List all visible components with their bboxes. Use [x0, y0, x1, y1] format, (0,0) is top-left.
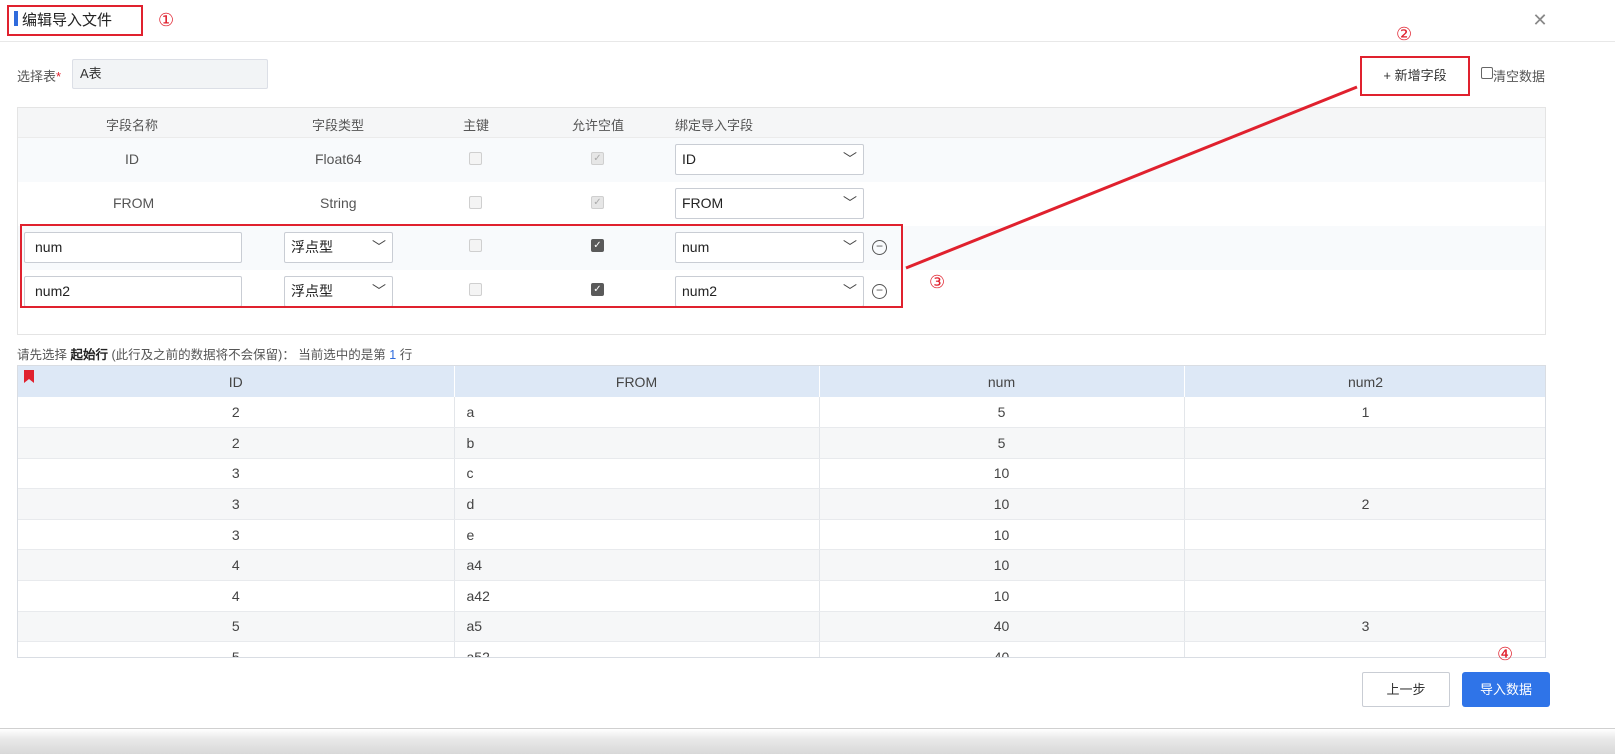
field-name: ID [125, 151, 139, 167]
preview-cell: b [454, 427, 820, 459]
preview-column-header: num [819, 366, 1185, 397]
field-name: FROM [113, 195, 155, 211]
close-icon[interactable]: ✕ [1530, 10, 1550, 30]
field-config-header [18, 108, 1545, 138]
preview-cell [1184, 427, 1545, 459]
preview-cell: 10 [819, 549, 1185, 582]
preview-cell: 5 [819, 397, 1185, 429]
primary-key-checkbox [469, 196, 482, 209]
preview-row[interactable]: 5 a52 40 [18, 641, 1545, 657]
preview-row[interactable]: 3 d 10 2 [18, 488, 1545, 520]
clear-data-checkbox[interactable] [1481, 67, 1493, 79]
selected-row-number: 1 [389, 348, 397, 362]
preview-cell: d [454, 488, 820, 520]
preview-column-header: ID [18, 366, 455, 397]
header-bind-field: 绑定导入字段 [675, 118, 754, 133]
preview-cell [1184, 580, 1545, 612]
add-field-button[interactable]: + 新增字段 [1368, 62, 1462, 90]
preview-cell [1184, 641, 1545, 657]
annotation-4: ④ [1497, 644, 1514, 664]
window-bottom-edge [0, 728, 1615, 754]
preview-row[interactable]: 3 e 10 [18, 519, 1545, 551]
import-data-button[interactable]: 导入数据 [1462, 672, 1550, 707]
preview-cell: 2 [18, 397, 455, 429]
preview-cell [1184, 519, 1545, 551]
preview-row[interactable]: 2a51 [18, 397, 1545, 429]
dialog-title-bar [0, 0, 1615, 42]
field-type: String [320, 195, 357, 211]
preview-cell: 5 [819, 427, 1185, 459]
preview-cell: 40 [819, 641, 1185, 657]
preview-cell: 10 [819, 488, 1185, 520]
preview-cell: 1 [1184, 397, 1545, 429]
required-mark: * [56, 69, 62, 84]
preview-row[interactable]: 5 a5 40 3 [18, 611, 1545, 643]
data-preview-table: ID FROM num num2 2 a 5 1 2 b 5 3 c 10 3 d 10 2 3 e 10 4 a4 10 4… [17, 365, 1546, 658]
preview-cell: 5 [18, 641, 455, 657]
preview-column-header: num2 [1184, 366, 1545, 397]
preview-row[interactable]: 3 c 10 [18, 458, 1545, 490]
header-primary-key: 主键 [463, 118, 490, 133]
bind-field-select[interactable]: ID ﹀ [675, 144, 864, 175]
chevron-down-icon: ﹀ [843, 151, 857, 167]
preview-cell: c [454, 458, 820, 490]
preview-row[interactable]: 4 a42 10 [18, 580, 1545, 612]
annotation-3: ③ [929, 272, 946, 292]
preview-row[interactable]: 2b5 [18, 427, 1545, 459]
preview-cell: a [454, 397, 820, 429]
preview-cell: 4 [18, 580, 455, 612]
clear-data-label: 清空数据 [1493, 69, 1546, 84]
primary-key-checkbox [469, 152, 482, 165]
preview-cell: a42 [454, 580, 820, 612]
preview-cell: a5 [454, 611, 820, 643]
annotation-2: ② [1396, 24, 1413, 44]
preview-cell [1184, 549, 1545, 582]
chevron-down-icon: ﹀ [843, 195, 857, 211]
nullable-checkbox: ✓ [591, 196, 604, 209]
header-field-type: 字段类型 [312, 118, 365, 133]
dialog-title: 编辑导入文件 [22, 12, 113, 29]
preview-cell: 3 [18, 519, 455, 551]
bookmark-icon[interactable] [24, 370, 34, 383]
bind-field-select[interactable]: FROM ﹀ [675, 188, 864, 219]
annotation-1: ① [158, 10, 175, 30]
header-field-name: 字段名称 [106, 118, 159, 133]
header-nullable: 允许空值 [572, 118, 625, 133]
annotation-box-new-fields [20, 224, 903, 308]
start-row-hint: 请先选择 起始行 (此行及之前的数据将不会保留)： 当前选中的是第 1 行 [17, 348, 413, 362]
preview-header-row: ID FROM num num2 [18, 366, 1545, 397]
preview-cell: 4 [18, 549, 455, 582]
preview-row[interactable]: 4 a4 10 [18, 549, 1545, 582]
preview-cell: 40 [819, 611, 1185, 643]
preview-cell: a4 [454, 549, 820, 582]
preview-cell: 10 [819, 458, 1185, 490]
preview-column-header: FROM [454, 366, 820, 397]
preview-cell: 3 [18, 488, 455, 520]
field-type: Float64 [315, 151, 362, 167]
preview-cell: 2 [18, 427, 455, 459]
preview-cell: 2 [1184, 488, 1545, 520]
preview-cell: e [454, 519, 820, 551]
prev-step-button[interactable]: 上一步 [1362, 672, 1450, 707]
table-select-input[interactable]: A表 [72, 59, 268, 89]
preview-cell: a52 [454, 641, 820, 657]
table-select-label: 选择表* [17, 69, 62, 84]
title-accent-bar [14, 11, 18, 26]
nullable-checkbox: ✓ [591, 152, 604, 165]
preview-cell: 10 [819, 519, 1185, 551]
preview-cell: 3 [1184, 611, 1545, 643]
preview-cell: 5 [18, 611, 455, 643]
preview-cell: 10 [819, 580, 1185, 612]
preview-cell: 3 [18, 458, 455, 490]
preview-cell [1184, 458, 1545, 490]
